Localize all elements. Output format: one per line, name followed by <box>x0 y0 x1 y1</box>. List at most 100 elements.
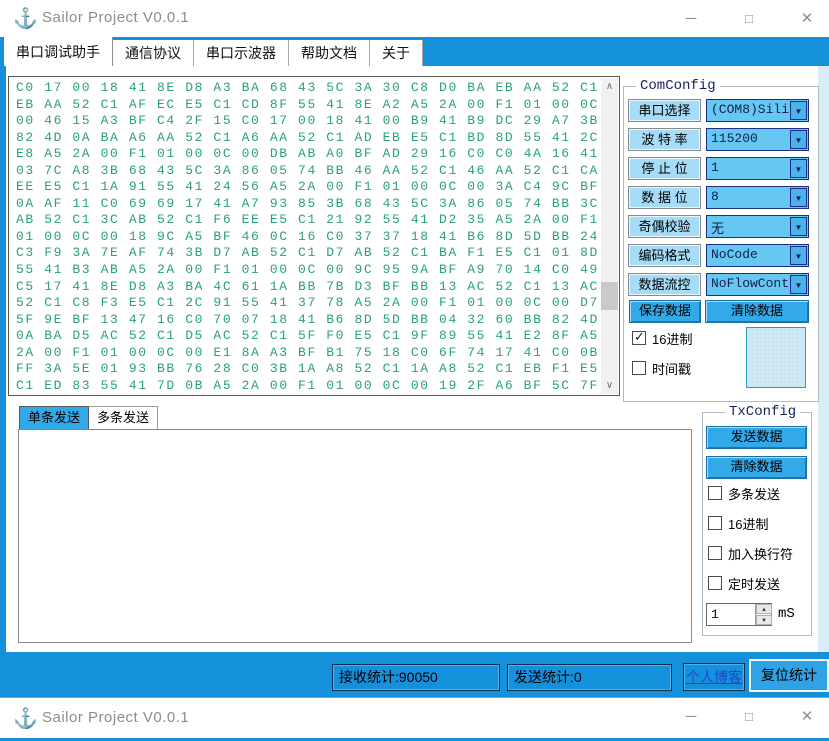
config-label-button[interactable]: 奇偶校验 <box>628 215 701 238</box>
maximize-button[interactable]: □ <box>732 698 766 738</box>
anchor-icon: ⚓ <box>13 707 38 731</box>
maximize-button[interactable]: □ <box>732 0 766 37</box>
checkbox-box[interactable]: ✓ <box>632 331 646 345</box>
close-button[interactable]: ✕ <box>790 698 824 738</box>
tab[interactable]: 串口示波器 <box>194 40 289 66</box>
config-label-button[interactable]: 波 特 率 <box>628 128 701 151</box>
blog-link[interactable]: 个人博客 <box>686 669 742 685</box>
com-config-title: ComConfig <box>636 78 720 94</box>
config-label-button[interactable]: 数 据 位 <box>628 186 701 209</box>
minimize-button[interactable]: ─ <box>674 0 708 37</box>
config-row: 停 止 位 1 ▼ <box>624 157 820 180</box>
hex-line: 2A 00 F1 01 00 0C 00 E1 8A A3 BF B1 75 1… <box>16 345 599 362</box>
interval-value: 1 <box>711 607 719 622</box>
checkbox-label: 16进制 <box>652 329 692 348</box>
spin-up-icon[interactable]: ▲ <box>756 604 772 614</box>
checkbox-label: 加入换行符 <box>728 544 793 563</box>
main-tab-strip: 串口调试助手通信协议串口示波器帮助文档关于 <box>0 37 829 66</box>
tx-counter: 发送统计:0 <box>507 664 672 691</box>
dropdown-value: NoCode <box>711 247 758 262</box>
config-dropdown[interactable]: 115200 ▼ <box>706 128 809 151</box>
tab[interactable]: 帮助文档 <box>289 40 370 66</box>
received-data-area[interactable]: C0 17 00 18 41 8E D8 A3 BA 68 43 5C 3A 3… <box>8 76 620 396</box>
dropdown-value: 115200 <box>711 131 758 146</box>
dropdown-value: 1 <box>711 160 719 175</box>
send-data-button[interactable]: 发送数据 <box>706 426 807 449</box>
hex-line: AB 52 C1 3C AB 52 C1 F6 EE E5 C1 21 92 5… <box>16 212 599 229</box>
tx-config-title: TxConfig <box>725 404 800 420</box>
hex-line: FF 3A 5E 01 93 BB 76 28 C0 3B 1A A8 52 C… <box>16 361 599 378</box>
scrollbar-up-icon[interactable]: ∧ <box>601 78 618 95</box>
checkbox-label: 多条发送 <box>728 484 780 503</box>
window-title: Sailor Project V0.0.1 <box>42 709 189 726</box>
hex-line: 01 00 0C 00 18 9C A5 BF 46 0C 16 C0 37 3… <box>16 229 599 246</box>
hex-line: EB AA 52 C1 AF EC E5 C1 CD 8F 55 41 8E A… <box>16 97 599 114</box>
pattern-swatch <box>746 327 806 388</box>
chevron-down-icon[interactable]: ▼ <box>790 188 807 207</box>
hex-line: C1 ED 83 55 41 7D 0B A5 2A 00 F1 01 00 0… <box>16 378 599 393</box>
clear-rx-button[interactable]: 清除数据 <box>705 300 809 323</box>
hex-line: 00 46 15 A3 BF C4 2F 15 C0 17 00 18 41 0… <box>16 113 599 130</box>
titlebar-top: ⚓ Sailor Project V0.0.1 ─ □ ✕ <box>0 0 829 37</box>
tab[interactable]: 串口调试助手 <box>4 37 113 66</box>
window-right-edge <box>818 66 829 652</box>
send-input[interactable] <box>18 429 692 643</box>
minimize-button[interactable]: ─ <box>674 698 708 738</box>
checkbox-box[interactable]: ✓ <box>708 486 722 500</box>
config-row: 数 据 位 8 ▼ <box>624 186 820 209</box>
config-dropdown[interactable]: NoFlowCont ▼ <box>706 273 809 296</box>
spin-down-icon[interactable]: ▼ <box>756 615 772 625</box>
reset-stats-button[interactable]: 复位统计 <box>749 659 829 692</box>
scrollbar-thumb[interactable] <box>601 282 618 310</box>
config-dropdown[interactable]: 无 ▼ <box>706 215 809 238</box>
chevron-down-icon[interactable]: ▼ <box>790 246 807 265</box>
checkbox-box[interactable]: ✓ <box>708 576 722 590</box>
checkbox-box[interactable]: ✓ <box>632 361 646 375</box>
config-dropdown[interactable]: NoCode ▼ <box>706 244 809 267</box>
close-button[interactable]: ✕ <box>790 0 824 37</box>
config-label-button[interactable]: 编码格式 <box>628 244 701 267</box>
tab[interactable]: 通信协议 <box>113 40 194 66</box>
config-dropdown[interactable]: 8 ▼ <box>706 186 809 209</box>
config-dropdown[interactable]: (COM8)Sili ▼ <box>706 99 809 122</box>
window-title: Sailor Project V0.0.1 <box>42 9 189 26</box>
save-data-button[interactable]: 保存数据 <box>629 300 701 323</box>
checkbox-box[interactable]: ✓ <box>708 516 722 530</box>
chevron-down-icon[interactable]: ▼ <box>790 275 807 294</box>
hex-line: 82 4D 0A BA A6 AA 52 C1 A6 AA 52 C1 AD E… <box>16 130 599 147</box>
send-tab[interactable]: 多条发送 <box>89 406 158 429</box>
scrollbar[interactable]: ∧ ∨ <box>601 78 618 394</box>
chevron-down-icon[interactable]: ▼ <box>790 130 807 149</box>
checkbox[interactable]: ✓ 16进制 <box>708 515 768 531</box>
interval-input[interactable]: 1 ▲ ▼ <box>706 603 772 626</box>
main-tabs: 串口调试助手通信协议串口示波器帮助文档关于 <box>4 37 423 66</box>
dropdown-value: 无 <box>711 218 724 237</box>
chevron-down-icon[interactable]: ▼ <box>790 159 807 178</box>
config-label-button[interactable]: 停 止 位 <box>628 157 701 180</box>
window-left-edge <box>0 66 6 652</box>
config-label-button[interactable]: 串口选择 <box>628 99 701 122</box>
dropdown-value: (COM8)Sili <box>711 102 789 117</box>
checkbox[interactable]: ✓ 时间戳 <box>632 360 691 376</box>
scrollbar-down-icon[interactable]: ∨ <box>601 377 618 394</box>
tab[interactable]: 关于 <box>370 40 423 66</box>
interval-stepper[interactable]: ▲ ▼ <box>755 604 771 625</box>
checkbox-label: 定时发送 <box>728 574 780 593</box>
hex-line: 55 41 B3 AB A5 2A 00 F1 01 00 0C 00 9C 9… <box>16 262 599 279</box>
clear-tx-button[interactable]: 清除数据 <box>706 456 807 479</box>
config-dropdown[interactable]: 1 ▼ <box>706 157 809 180</box>
checkbox[interactable]: ✓ 加入换行符 <box>708 545 793 561</box>
checkbox[interactable]: ✓ 多条发送 <box>708 485 780 501</box>
titlebar-bottom: ⚓ Sailor Project V0.0.1 ─ □ ✕ <box>0 697 829 738</box>
send-tab[interactable]: 单条发送 <box>19 406 89 429</box>
status-bar: 接收统计:90050 发送统计:0 个人博客 复位统计 <box>0 652 829 697</box>
checkbox[interactable]: ✓ 16进制 <box>632 330 692 346</box>
checkbox[interactable]: ✓ 定时发送 <box>708 575 780 591</box>
config-label-button[interactable]: 数据流控 <box>628 273 701 296</box>
config-row: 数据流控 NoFlowCont ▼ <box>624 273 820 296</box>
checkbox-box[interactable]: ✓ <box>708 546 722 560</box>
chevron-down-icon[interactable]: ▼ <box>790 101 807 120</box>
hex-line: 0A BA D5 AC 52 C1 D5 AC 52 C1 5F F0 E5 C… <box>16 328 599 345</box>
hex-line: 0A AF 11 C0 69 69 17 41 A7 93 85 3B 68 4… <box>16 196 599 213</box>
chevron-down-icon[interactable]: ▼ <box>790 217 807 236</box>
